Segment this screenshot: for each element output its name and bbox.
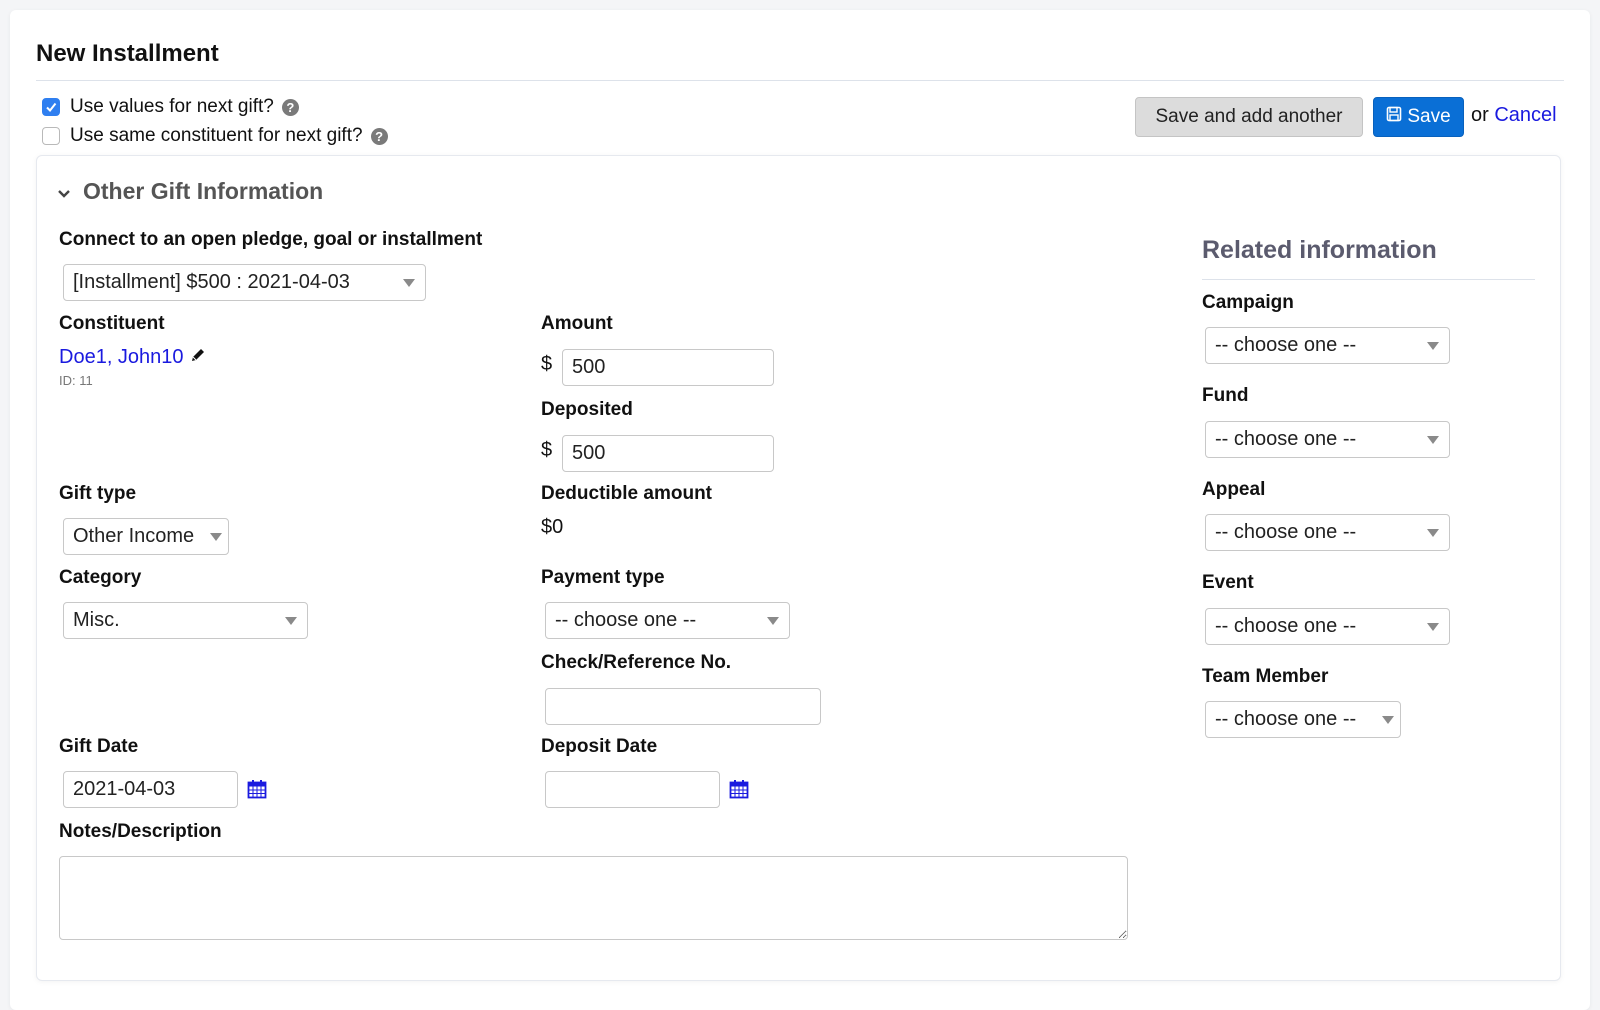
category-value: Misc. <box>73 609 120 631</box>
section-toggle[interactable]: Other Gift Information <box>57 178 323 205</box>
page-title: New Installment <box>36 40 219 67</box>
related-divider <box>1202 279 1535 280</box>
team-member-select[interactable]: -- choose one -- <box>1205 701 1401 738</box>
connect-select-value: [Installment] $500 : 2021-04-03 <box>73 271 350 293</box>
use-values-option[interactable]: Use values for next gift? ? <box>42 96 299 118</box>
appeal-value: -- choose one -- <box>1215 521 1357 543</box>
or-text: or <box>1471 104 1489 126</box>
gift-type-value: Other Income <box>73 525 195 547</box>
amount-currency: $ <box>541 353 553 375</box>
save-label: Save <box>1407 106 1451 127</box>
deductible-label: Deductible amount <box>541 483 713 504</box>
caret-down-icon <box>210 533 222 541</box>
fund-value: -- choose one -- <box>1215 428 1357 450</box>
caret-down-icon <box>767 617 779 625</box>
check-reference-input[interactable] <box>545 688 821 725</box>
connect-label: Connect to an open pledge, goal or insta… <box>59 229 483 250</box>
caret-down-icon <box>1382 716 1394 724</box>
help-icon[interactable]: ? <box>370 127 388 145</box>
event-value: -- choose one -- <box>1215 615 1357 637</box>
deposited-input[interactable] <box>562 435 774 472</box>
appeal-select[interactable]: -- choose one -- <box>1205 514 1450 551</box>
section-title: Other Gift Information <box>83 178 324 204</box>
caret-down-icon <box>403 279 415 287</box>
same-constituent-checkbox[interactable] <box>42 127 60 145</box>
deposit-date-label: Deposit Date <box>541 736 658 757</box>
caret-down-icon <box>1427 342 1439 350</box>
calendar-icon[interactable] <box>729 779 749 804</box>
deposit-date-input[interactable] <box>545 771 720 808</box>
related-information-title: Related information <box>1202 236 1437 264</box>
deposited-label: Deposited <box>541 399 633 420</box>
connect-select[interactable]: [Installment] $500 : 2021-04-03 <box>63 264 426 301</box>
payment-type-select[interactable]: -- choose one -- <box>545 602 790 639</box>
gift-date-input[interactable] <box>63 771 238 808</box>
payment-type-value: -- choose one -- <box>555 609 697 631</box>
payment-type-label: Payment type <box>541 567 665 588</box>
fund-select[interactable]: -- choose one -- <box>1205 421 1450 458</box>
category-label: Category <box>59 567 142 588</box>
caret-down-icon <box>1427 529 1439 537</box>
cancel-link[interactable]: Cancel <box>1494 104 1556 126</box>
appeal-label: Appeal <box>1202 479 1266 500</box>
cancel-group: or Cancel <box>1471 104 1557 127</box>
caret-down-icon <box>1427 623 1439 631</box>
gift-type-label: Gift type <box>59 483 137 504</box>
save-and-add-another-button[interactable]: Save and add another <box>1135 97 1363 137</box>
calendar-icon[interactable] <box>247 779 267 804</box>
use-values-label: Use values for next gift? <box>70 96 274 117</box>
constituent-link[interactable]: Doe1, John10 <box>59 346 206 369</box>
check-reference-label: Check/Reference No. <box>541 652 732 673</box>
constituent-name: Doe1, John10 <box>59 346 184 368</box>
campaign-label: Campaign <box>1202 292 1294 313</box>
other-gift-information-panel: Other Gift Information Connect to an ope… <box>36 155 1561 981</box>
event-select[interactable]: -- choose one -- <box>1205 608 1450 645</box>
caret-down-icon <box>1427 436 1439 444</box>
constituent-label: Constituent <box>59 313 165 334</box>
caret-down-icon <box>285 617 297 625</box>
team-member-label: Team Member <box>1202 666 1329 687</box>
event-label: Event <box>1202 572 1254 593</box>
save-button[interactable]: Save <box>1373 97 1464 137</box>
use-values-checkbox[interactable] <box>42 98 60 116</box>
constituent-id: ID: 11 <box>59 373 93 388</box>
pencil-icon[interactable] <box>190 346 206 369</box>
team-member-value: -- choose one -- <box>1215 708 1357 730</box>
gift-type-select[interactable]: Other Income <box>63 518 229 555</box>
campaign-value: -- choose one -- <box>1215 334 1357 356</box>
same-constituent-label: Use same constituent for next gift? <box>70 125 363 146</box>
notes-textarea[interactable] <box>59 856 1128 940</box>
help-icon[interactable]: ? <box>281 98 299 116</box>
category-select[interactable]: Misc. <box>63 602 308 639</box>
floppy-disk-icon <box>1386 106 1402 128</box>
fund-label: Fund <box>1202 385 1249 406</box>
campaign-select[interactable]: -- choose one -- <box>1205 327 1450 364</box>
gift-date-label: Gift Date <box>59 736 139 757</box>
title-divider <box>36 80 1564 81</box>
chevron-down-icon <box>57 178 71 205</box>
same-constituent-option[interactable]: Use same constituent for next gift? ? <box>42 125 388 147</box>
amount-input[interactable] <box>562 349 774 386</box>
deposited-currency: $ <box>541 439 553 461</box>
deductible-value: $0 <box>541 516 564 538</box>
notes-label: Notes/Description <box>59 821 222 842</box>
amount-label: Amount <box>541 313 613 334</box>
